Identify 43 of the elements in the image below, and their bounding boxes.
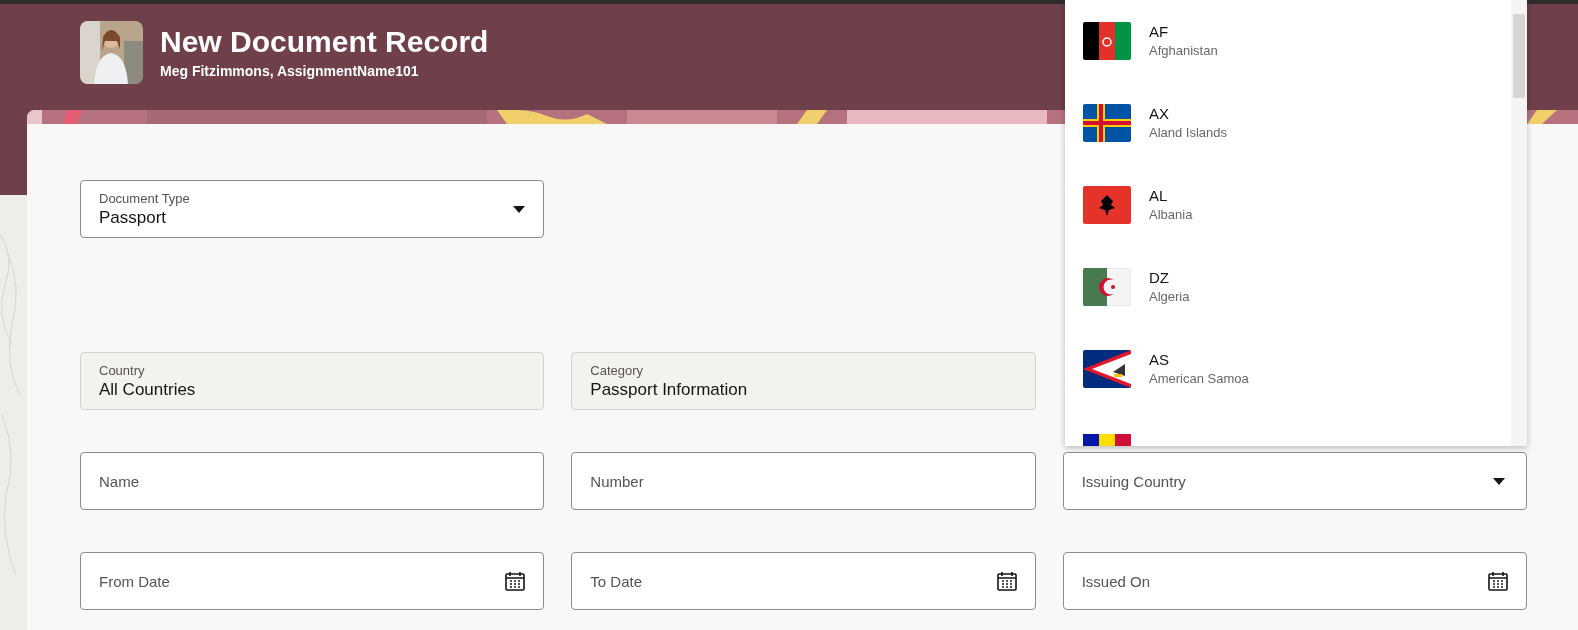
field-label: Document Type xyxy=(99,190,191,207)
country-code: AS xyxy=(1149,350,1170,370)
page-subtitle: Meg Fitzimmons, AssignmentName101 xyxy=(160,61,420,81)
flag-icon xyxy=(1083,186,1131,224)
country-code: AF xyxy=(1149,22,1170,42)
flag-icon xyxy=(1083,434,1131,446)
input-field[interactable]: Name xyxy=(80,452,545,510)
country-name: Albania xyxy=(1149,206,1193,224)
date-field[interactable]: To Date xyxy=(571,552,1036,610)
country-name: Algeria xyxy=(1149,288,1190,306)
country-option[interactable]: AX Aland Islands xyxy=(1065,82,1511,164)
calendar-icon[interactable] xyxy=(995,570,1018,592)
country-name: Afghanistan xyxy=(1149,42,1218,60)
page-title: New Document Record xyxy=(160,23,489,60)
field-value: Passport Information xyxy=(590,378,749,400)
date-field[interactable]: From Date xyxy=(80,552,545,610)
flag-icon xyxy=(1083,268,1131,306)
country-option[interactable]: AF Afghanistan xyxy=(1065,0,1511,82)
input-field[interactable]: Number xyxy=(571,452,1036,510)
country-name: Aland Islands xyxy=(1149,124,1228,142)
field-label: Country xyxy=(99,362,146,379)
date-field[interactable]: Issued On xyxy=(1062,552,1527,610)
flag-icon xyxy=(1083,22,1131,60)
country-code: AX xyxy=(1149,104,1170,124)
scrollbar-thumb[interactable] xyxy=(1513,14,1525,98)
country-code: DZ xyxy=(1149,268,1170,288)
country-option[interactable]: AL Albania xyxy=(1065,164,1511,246)
country-option[interactable]: AS American Samoa xyxy=(1065,328,1511,410)
flag-icon xyxy=(1083,104,1131,142)
scrollbar[interactable] xyxy=(1511,0,1527,446)
flag-icon xyxy=(1083,350,1131,388)
calendar-icon[interactable] xyxy=(1487,570,1509,592)
field-value: Passport xyxy=(99,206,168,228)
country-code: AL xyxy=(1149,186,1169,206)
select-field[interactable]: Issuing Country xyxy=(1062,452,1527,510)
calendar-icon[interactable] xyxy=(504,570,527,592)
select-field[interactable]: Document Type Passport xyxy=(80,180,545,238)
caret-icon xyxy=(1493,478,1505,485)
country-option[interactable]: DZ Algeria xyxy=(1065,246,1511,328)
field-value: All Countries xyxy=(99,378,197,400)
country-name: American Samoa xyxy=(1149,370,1249,388)
field-label: Category xyxy=(590,362,645,379)
caret-icon xyxy=(513,205,526,213)
